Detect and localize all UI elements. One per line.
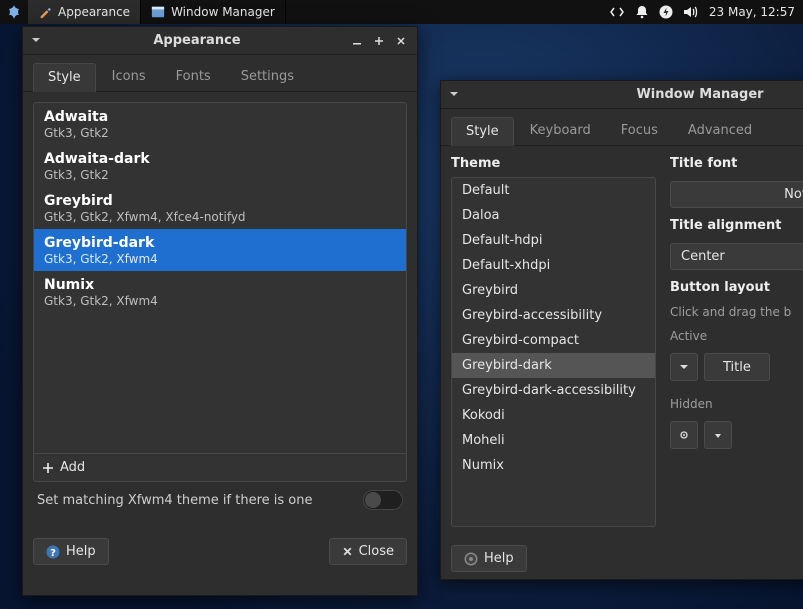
window-menu-icon[interactable] bbox=[31, 34, 45, 48]
theme-item[interactable]: Default-hdpi bbox=[452, 228, 655, 253]
stick-button-token[interactable] bbox=[704, 421, 732, 449]
help-icon: ? bbox=[46, 545, 60, 559]
title-token[interactable]: Title bbox=[704, 353, 770, 381]
title-font-heading: Title font bbox=[670, 156, 803, 171]
wm-tabs: Style Keyboard Focus Advanced bbox=[441, 109, 803, 146]
add-style-label: Add bbox=[60, 460, 85, 475]
volume-icon[interactable] bbox=[683, 5, 699, 19]
help-icon bbox=[464, 552, 478, 566]
network-icon[interactable] bbox=[609, 5, 625, 19]
shade-button-token[interactable] bbox=[670, 421, 698, 449]
theme-item[interactable]: Default-xhdpi bbox=[452, 253, 655, 278]
close-icon bbox=[342, 546, 353, 557]
style-item[interactable]: Greybird-darkGtk3, Gtk2, Xfwm4 bbox=[34, 229, 406, 271]
window-title: Window Manager bbox=[469, 87, 803, 102]
taskbar-item-label: Appearance bbox=[58, 5, 130, 19]
theme-item[interactable]: Greybird-dark bbox=[452, 353, 655, 378]
tab-style[interactable]: Style bbox=[451, 117, 514, 146]
title-alignment-combo[interactable]: Center bbox=[670, 243, 803, 270]
style-item[interactable]: NumixGtk3, Gtk2, Xfwm4 bbox=[34, 271, 406, 313]
theme-item[interactable]: Greybird bbox=[452, 278, 655, 303]
window-manager-window: Window Manager Style Keyboard Focus Adva… bbox=[440, 80, 803, 580]
tab-fonts[interactable]: Fonts bbox=[162, 63, 225, 91]
theme-item[interactable]: Greybird-dark-accessibility bbox=[452, 378, 655, 403]
plus-icon bbox=[42, 462, 54, 474]
theme-list[interactable]: DefaultDaloaDefault-hdpiDefault-xhdpiGre… bbox=[451, 177, 656, 527]
style-name: Greybird-dark bbox=[44, 235, 396, 251]
tab-advanced[interactable]: Advanced bbox=[674, 117, 766, 145]
window-title: Appearance bbox=[51, 33, 343, 48]
theme-item[interactable]: Kokodi bbox=[452, 403, 655, 428]
style-name: Numix bbox=[44, 277, 396, 293]
title-alignment-heading: Title alignment bbox=[670, 218, 803, 233]
theme-item[interactable]: Greybird-accessibility bbox=[452, 303, 655, 328]
whisker-menu-icon[interactable] bbox=[0, 4, 28, 20]
maximize-button[interactable] bbox=[371, 33, 387, 49]
close-dialog-button[interactable]: Close bbox=[329, 538, 407, 565]
match-theme-label: Set matching Xfwm4 theme if there is one bbox=[37, 493, 363, 508]
appearance-window: Appearance Style Icons Fonts Settings Ad… bbox=[22, 26, 418, 596]
menu-button-token[interactable] bbox=[670, 353, 698, 381]
style-list-container: AdwaitaGtk3, Gtk2Adwaita-darkGtk3, Gtk2G… bbox=[33, 102, 407, 482]
hidden-button-row bbox=[670, 421, 803, 449]
style-sub: Gtk3, Gtk2 bbox=[44, 126, 396, 140]
titlebar[interactable]: Appearance bbox=[23, 27, 417, 55]
window-menu-icon[interactable] bbox=[449, 88, 463, 102]
theme-item[interactable]: Default bbox=[452, 178, 655, 203]
match-theme-toggle[interactable] bbox=[363, 490, 403, 510]
system-tray: 23 May, 12:57 bbox=[609, 5, 803, 19]
title-font-button[interactable]: Noto bbox=[670, 181, 803, 208]
match-theme-row: Set matching Xfwm4 theme if there is one bbox=[33, 482, 407, 520]
tab-keyboard[interactable]: Keyboard bbox=[516, 117, 605, 145]
style-item[interactable]: AdwaitaGtk3, Gtk2 bbox=[34, 103, 406, 145]
theme-item[interactable]: Daloa bbox=[452, 203, 655, 228]
close-button-label: Close bbox=[359, 544, 394, 559]
top-panel: Appearance Window Manager 23 May, 12:57 bbox=[0, 0, 803, 24]
help-button-label: Help bbox=[66, 544, 96, 559]
titlebar[interactable]: Window Manager bbox=[441, 81, 803, 109]
tab-focus[interactable]: Focus bbox=[607, 117, 672, 145]
svg-text:?: ? bbox=[50, 548, 56, 559]
add-style-button[interactable]: Add bbox=[34, 453, 406, 481]
close-button[interactable] bbox=[393, 33, 409, 49]
tab-settings[interactable]: Settings bbox=[227, 63, 308, 91]
style-name: Adwaita bbox=[44, 109, 396, 125]
help-button[interactable]: Help bbox=[451, 545, 527, 572]
active-button-row: Title bbox=[670, 353, 803, 381]
theme-heading: Theme bbox=[451, 156, 656, 171]
power-manager-icon[interactable] bbox=[659, 5, 673, 19]
help-button[interactable]: ? Help bbox=[33, 538, 109, 565]
active-label: Active bbox=[670, 329, 803, 343]
style-item[interactable]: GreybirdGtk3, Gtk2, Xfwm4, Xfce4-notifyd bbox=[34, 187, 406, 229]
button-layout-note: Click and drag the b bbox=[670, 305, 803, 319]
button-layout-heading: Button layout bbox=[670, 280, 803, 295]
window-manager-task-icon bbox=[151, 5, 165, 19]
help-button-label: Help bbox=[484, 551, 514, 566]
theme-item[interactable]: Greybird-compact bbox=[452, 328, 655, 353]
appearance-task-icon bbox=[38, 5, 52, 19]
style-sub: Gtk3, Gtk2, Xfwm4, Xfce4-notifyd bbox=[44, 210, 396, 224]
taskbar-item-label: Window Manager bbox=[171, 5, 275, 19]
style-sub: Gtk3, Gtk2 bbox=[44, 168, 396, 182]
notifications-icon[interactable] bbox=[635, 5, 649, 19]
style-name: Adwaita-dark bbox=[44, 151, 396, 167]
style-sub: Gtk3, Gtk2, Xfwm4 bbox=[44, 252, 396, 266]
style-item[interactable]: Adwaita-darkGtk3, Gtk2 bbox=[34, 145, 406, 187]
style-name: Greybird bbox=[44, 193, 396, 209]
style-list[interactable]: AdwaitaGtk3, Gtk2Adwaita-darkGtk3, Gtk2G… bbox=[34, 103, 406, 453]
minimize-button[interactable] bbox=[349, 33, 365, 49]
hidden-label: Hidden bbox=[670, 397, 803, 411]
style-sub: Gtk3, Gtk2, Xfwm4 bbox=[44, 294, 396, 308]
theme-item[interactable]: Numix bbox=[452, 453, 655, 478]
taskbar-item-appearance[interactable]: Appearance bbox=[28, 0, 141, 24]
tab-style[interactable]: Style bbox=[33, 63, 96, 92]
taskbar-item-window-manager[interactable]: Window Manager bbox=[141, 0, 286, 24]
appearance-tabs: Style Icons Fonts Settings bbox=[23, 55, 417, 92]
theme-item[interactable]: Moheli bbox=[452, 428, 655, 453]
tab-icons[interactable]: Icons bbox=[98, 63, 160, 91]
clock[interactable]: 23 May, 12:57 bbox=[709, 5, 795, 19]
